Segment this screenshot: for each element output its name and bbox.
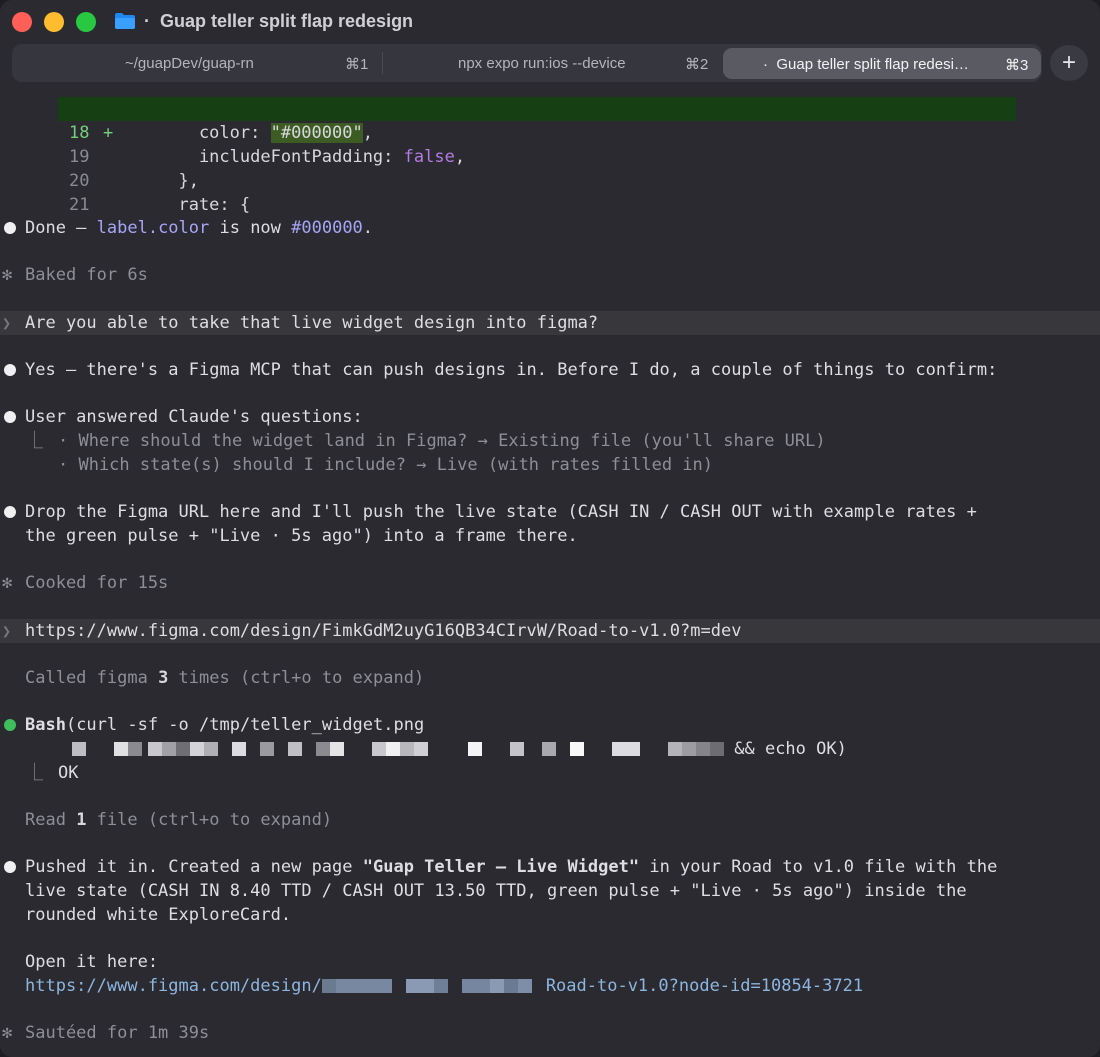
tab-guap-teller[interactable]: · Guap teller split flap redesi… ⌘3 [723, 48, 1041, 79]
assistant-message-cont: rounded white ExploreCard. [25, 905, 292, 925]
tab-guap-rn[interactable]: ~/guapDev/guap-rn ⌘1 [12, 44, 382, 82]
bash-output: ⎿ OK [26, 763, 79, 783]
assistant-message-cont: live state (CASH IN 8.40 TTD / CASH OUT … [25, 881, 967, 901]
diff-line: 21 rate: { [69, 195, 251, 215]
status-line: ✻ Baked for 6s [2, 265, 148, 285]
assistant-message-cont: Open it here: [25, 952, 159, 972]
tab-expo-run[interactable]: npx expo run:ios --device ⌘2 [383, 44, 721, 82]
user-prompt: ❯ Are you able to take that live widget d… [0, 311, 1100, 335]
bash-tool-call: Bash(curl -sf -o /tmp/teller_widget.png [0, 713, 1100, 737]
zoom-window-button[interactable] [76, 12, 96, 32]
assistant-message: Yes — there's a Figma MCP that can push … [0, 358, 1100, 382]
tree-elbow-icon: ⎿ [26, 431, 43, 451]
answer-line: · Which state(s) should I include? → Liv… [58, 455, 714, 475]
tab-label: · Guap teller split flap redesi… [763, 56, 969, 73]
tab-shortcut: ⌘1 [345, 56, 369, 73]
minimize-window-button[interactable] [44, 12, 64, 32]
asterisk-icon: ✻ [2, 573, 13, 593]
assistant-message: Drop the Figma URL here and I'll push th… [0, 500, 1100, 524]
figma-link[interactable]: https://www.figma.com/design/Road-to-v1.… [0, 974, 1100, 998]
user-prompt: ❯ https://www.figma.com/design/FimkGdM2uy… [0, 619, 1100, 643]
status-line: ✻ Sautéed for 1m 39s [2, 1023, 210, 1043]
answer-line: ⎿ · Where should the widget land in Figma… [26, 431, 826, 451]
terminal-window: · Guap teller split flap redesign ~/guapD… [0, 0, 1100, 1057]
folder-icon [115, 13, 135, 29]
tab-bar: ~/guapDev/guap-rn ⌘1 npx expo run:ios --… [12, 44, 1042, 82]
close-window-button[interactable] [12, 12, 32, 32]
tree-elbow-icon: ⎿ [26, 763, 43, 783]
bash-command-redacted: && echo OK) [0, 737, 1100, 761]
asterisk-icon: ✻ [2, 1023, 13, 1043]
assistant-message-cont: the green pulse + "Live · 5s ago") into … [25, 526, 578, 546]
assistant-message: Done — label.color is now #000000. [0, 216, 1100, 240]
prompt-chevron-icon: ❯ [2, 622, 12, 640]
diff-line-added: 18 + color: "#000000", [58, 97, 1016, 143]
message-bullet-icon [4, 222, 16, 234]
success-bullet-icon [4, 719, 16, 731]
message-bullet-icon [4, 364, 16, 376]
tool-summary[interactable]: Called figma 3 times (ctrl+o to expand) [0, 666, 1100, 690]
diff-line: 20 }, [69, 171, 199, 191]
asterisk-icon: ✻ [2, 265, 13, 285]
message-bullet-icon [4, 411, 16, 423]
redacted-text [321, 976, 546, 996]
diff-line: 19 includeFontPadding: false, [69, 147, 466, 167]
tab-label: npx expo run:ios --device [458, 55, 626, 72]
assistant-message: User answered Claude's questions: [0, 405, 1100, 429]
assistant-message: Pushed it in. Created a new page "Guap T… [0, 855, 1100, 879]
message-bullet-icon [4, 861, 16, 873]
title-bar: · Guap teller split flap redesign [0, 0, 1100, 44]
window-title: · Guap teller split flap redesign [144, 11, 414, 31]
tab-shortcut: ⌘3 [1005, 57, 1029, 74]
plus-icon: + [1061, 49, 1076, 76]
tab-shortcut: ⌘2 [685, 56, 709, 73]
new-tab-button[interactable]: + [1050, 45, 1088, 81]
message-bullet-icon [4, 506, 16, 518]
redacted-text: && echo OK) [72, 737, 847, 761]
status-line: ✻ Cooked for 15s [2, 573, 169, 593]
prompt-chevron-icon: ❯ [2, 314, 12, 332]
tab-label: ~/guapDev/guap-rn [125, 55, 254, 72]
tool-summary[interactable]: Read 1 file (ctrl+o to expand) [0, 808, 1100, 832]
